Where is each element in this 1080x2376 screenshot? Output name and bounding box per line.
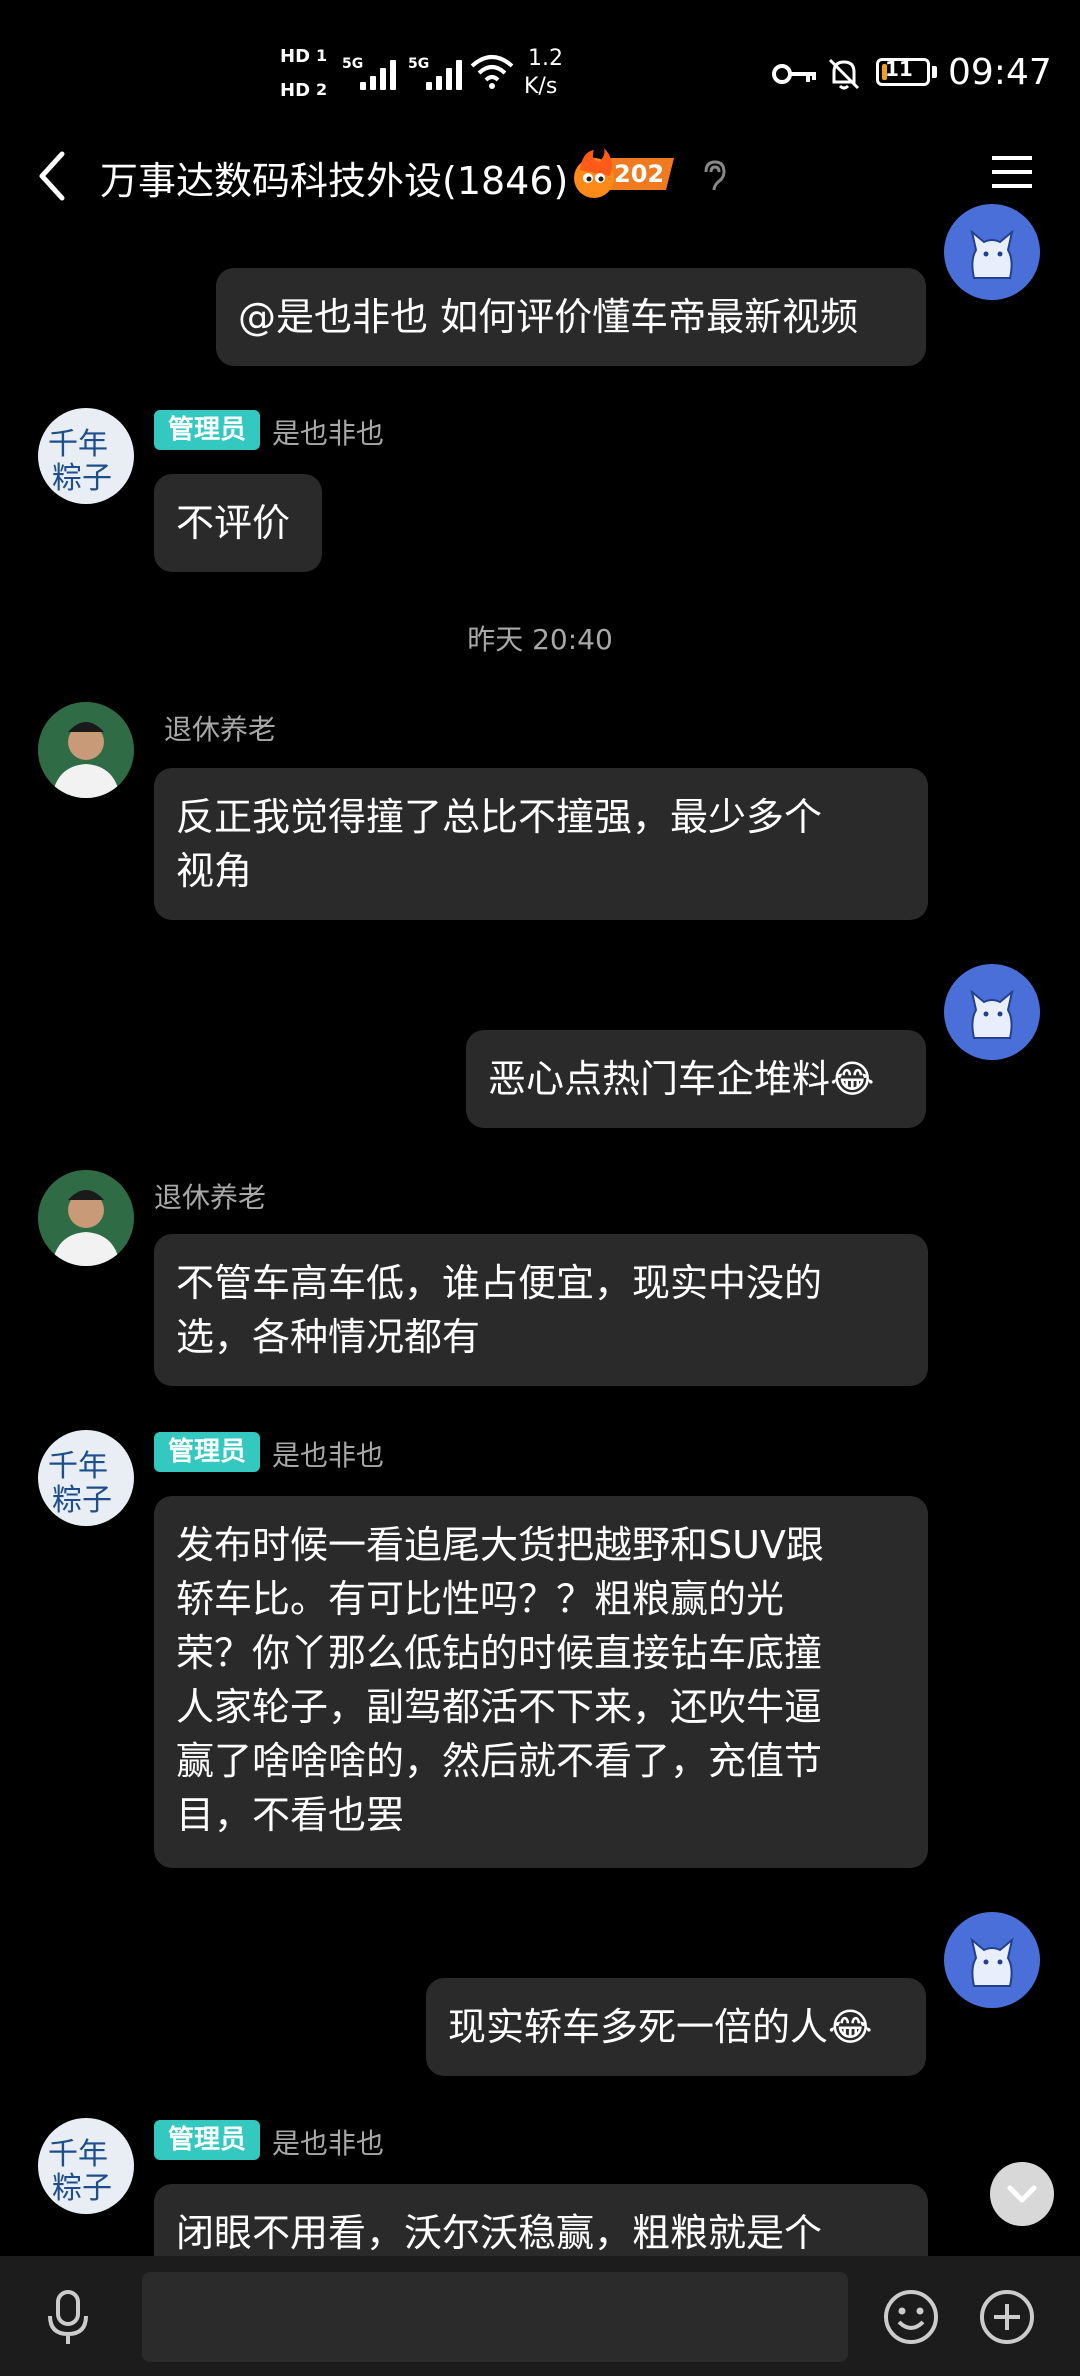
message-text: @是也非也 如何评价懂车帝最新视频 [238,295,859,339]
scroll-to-bottom-button[interactable] [990,2162,1054,2226]
hd-label-1: HD [280,46,311,67]
hd-label-2: HD [280,80,311,101]
menu-icon[interactable] [990,152,1034,192]
sender-avatar[interactable]: 千年 粽子 [38,2118,134,2214]
message-text: 选，各种情况都有 [176,1315,481,1359]
svg-text:粽子: 粽子 [52,1483,112,1518]
message-bubble[interactable]: 反正我觉得撞了总比不撞强，最少多个 视角 [154,768,928,920]
admin-badge: 管理员 [154,2120,260,2160]
my-avatar[interactable] [944,964,1040,1060]
message-bubble[interactable]: 发布时候一看追尾大货把越野和SUV跟 轿车比。有可比性吗？？粗粮赢的光 荣？你丫… [154,1496,928,1868]
svg-text:千年: 千年 [48,427,108,462]
svg-text:粽子: 粽子 [52,2171,112,2206]
emoji-icon[interactable] [882,2288,940,2346]
message-text: 赢了啥啥啥的，然后就不看了，充值节 [176,1739,823,1783]
message-text: 发布时候一看追尾大货把越野和SUV跟 [176,1523,824,1567]
message-text: 荣？你丫那么低钻的时候直接钻车底撞 [176,1631,823,1675]
calligraphy-avatar-icon: 千年 粽子 [48,427,112,496]
signal-strength-icon-2 [426,56,462,90]
message-text: 闭眼不用看，沃尔沃稳赢，粗粮就是个 [176,2211,823,2255]
back-arrow-icon[interactable] [34,150,70,202]
person-avatar-icon [38,702,134,798]
sender-name[interactable]: 退休养老 [154,1176,266,1216]
plus-icon[interactable] [978,2288,1036,2346]
battery-cap [932,66,937,78]
sender-name[interactable]: 是也非也 [272,1434,384,1474]
message-bubble[interactable]: 不管车高车低，谁占便宜，现实中没的 选，各种情况都有 [154,1234,928,1386]
sender-avatar[interactable] [38,1170,134,1266]
message-input[interactable] [142,2272,848,2362]
calligraphy-avatar-icon: 千年 粽子 [48,1449,112,1518]
message-text: 目，不看也罢 [176,1793,405,1837]
battery-level: 11 [885,57,913,81]
network-speed-unit: K/s [524,74,558,99]
message-text: 反正我觉得撞了总比不撞强，最少多个 [176,795,823,839]
sender-name[interactable]: 退休养老 [164,708,276,748]
message-text: 不管车高车低，谁占便宜，现实中没的 [176,1261,823,1305]
message-bubble[interactable]: 现实轿车多死一倍的人😂 [426,1978,926,2076]
admin-badge: 管理员 [154,1432,260,1472]
cat-avatar-icon [970,229,1014,279]
cat-avatar-icon [970,1937,1014,1987]
sender-avatar[interactable]: 千年 粽子 [38,408,134,504]
sender-name[interactable]: 是也非也 [272,412,384,452]
message-text: 人家轮子，副驾都活不下来，还吹牛逼 [176,1685,823,1729]
microphone-icon[interactable] [44,2288,92,2348]
clock: 09:47 [948,52,1052,93]
mute-bell-icon [828,58,860,90]
message-bubble[interactable]: 恶心点热门车企堆料😂 [466,1030,926,1128]
fire-level-count: 202 [614,160,665,188]
message-text: 恶心点热门车企堆料😂 [488,1057,875,1101]
my-avatar[interactable] [944,1912,1040,2008]
wifi-icon [470,55,514,89]
message-bubble[interactable]: 不评价 [154,474,322,572]
network-speed-value: 1.2 [528,46,563,71]
message-text: 不评价 [176,501,291,545]
chat-title[interactable]: 万事达数码科技外设(1846) [100,150,568,205]
timestamp-divider: 昨天 20:40 [467,623,613,656]
signal-strength-icon-1 [360,56,396,90]
admin-badge: 管理员 [154,410,260,450]
key-icon [772,64,816,84]
message-text: 轿车比。有可比性吗？？粗粮赢的光 [176,1577,785,1621]
status-bar: HD 1 HD 2 5G 5G 1.2 K/s 11 09:47 [0,0,1080,140]
sender-avatar[interactable] [38,702,134,798]
message-bubble[interactable]: @是也非也 如何评价懂车帝最新视频 [216,268,926,366]
ear-icon[interactable] [700,158,730,194]
sender-avatar[interactable]: 千年 粽子 [38,1430,134,1526]
person-avatar-icon [38,1170,134,1266]
calligraphy-avatar-icon: 千年 粽子 [48,2137,112,2206]
svg-text:粽子: 粽子 [52,461,112,496]
sim-2-label: 2 [316,80,328,99]
my-avatar[interactable] [944,204,1040,300]
svg-text:千年: 千年 [48,1449,108,1484]
cat-avatar-icon [970,989,1014,1039]
svg-text:千年: 千年 [48,2137,108,2172]
sender-name[interactable]: 是也非也 [272,2122,384,2162]
message-text: 视角 [176,849,253,893]
chevron-down-icon [1007,2185,1037,2203]
sim-1-label: 1 [316,46,328,65]
message-text: 现实轿车多死一倍的人😂 [448,2005,873,2049]
